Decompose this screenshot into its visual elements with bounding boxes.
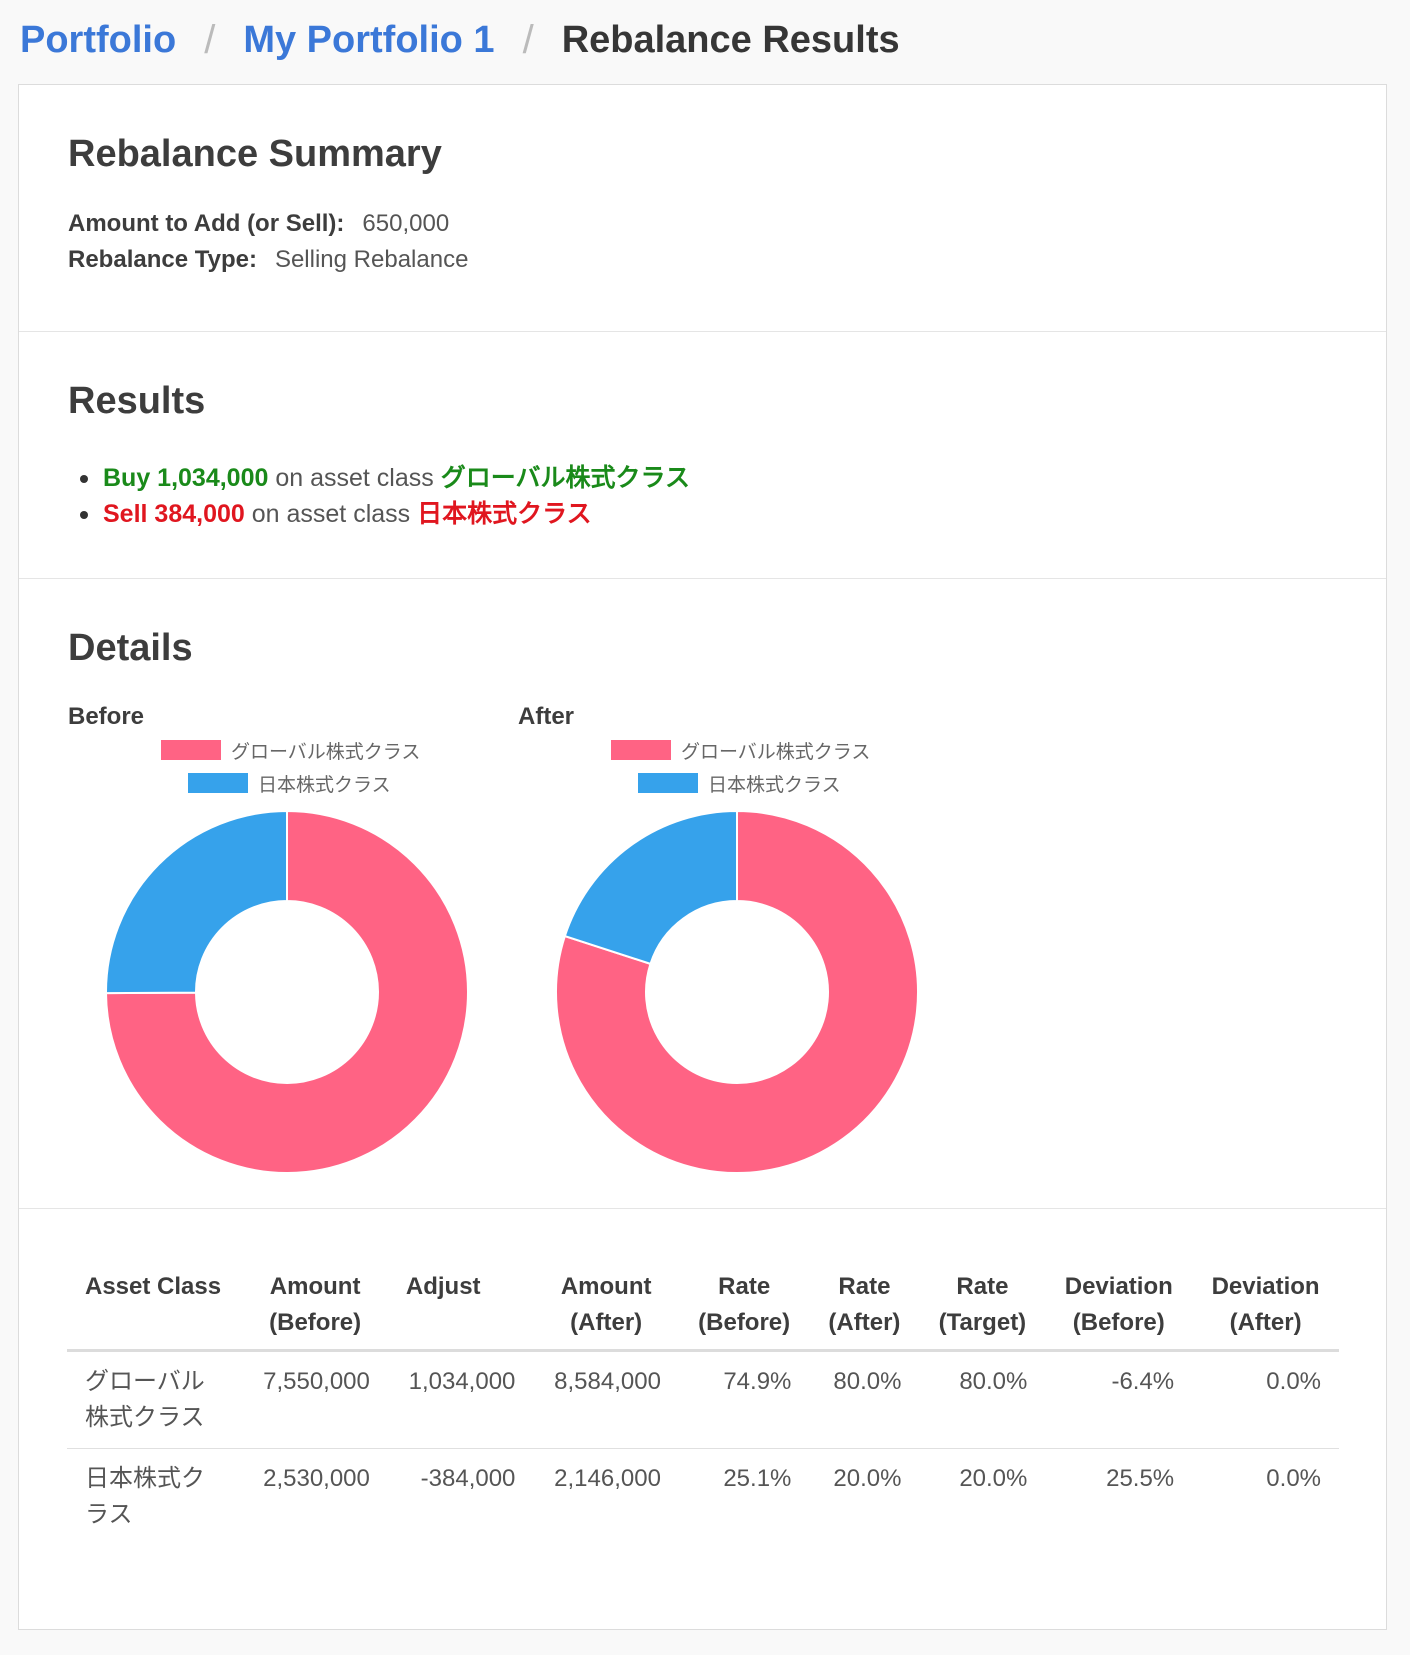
pie-slice-japan[interactable] <box>105 809 288 995</box>
legend-swatch <box>188 773 248 793</box>
list-item: Sell 384,000 on asset class 日本株式クラス <box>68 496 690 532</box>
breadcrumb: Portfolio / My Portfolio 1 / Rebalance R… <box>0 0 1410 84</box>
sell-amount: Sell 384,000 <box>103 500 245 528</box>
cell-deviation-after: 0.0% <box>1192 1350 1339 1449</box>
legend-label: 日本株式クラス <box>258 774 391 796</box>
type-row: Rebalance Type: Selling Rebalance <box>68 246 468 274</box>
header-deviation-before: Deviation (Before) <box>1045 1261 1193 1352</box>
list-item: Buy 1,034,000 on asset class グローバル株式クラス <box>68 460 690 496</box>
details-section: Details Before グローバル株式クラス 日本株式クラス After … <box>19 579 1386 1209</box>
before-legend-japan[interactable]: 日本株式クラス <box>188 772 391 796</box>
results-list: Buy 1,034,000 on asset class グローバル株式クラス … <box>68 460 690 532</box>
after-donut-chart <box>555 809 919 1174</box>
breadcrumb-my-portfolio-link[interactable]: My Portfolio 1 <box>243 19 494 62</box>
header-adjust: Adjust <box>387 1261 534 1352</box>
breadcrumb-portfolio-link[interactable]: Portfolio <box>20 19 176 62</box>
legend-label: グローバル株式クラス <box>681 741 871 763</box>
cell-deviation-after: 0.0% <box>1266 1465 1321 1492</box>
sell-asset: 日本株式クラス <box>417 500 592 528</box>
details-table: Asset Class Amount (Before) Adjust Amount… <box>67 1261 1339 1545</box>
table-section: Asset Class Amount (Before) Adjust Amount… <box>19 1209 1386 1629</box>
amount-value: 650,000 <box>362 210 450 237</box>
table-header-row: Asset Class Amount (Before) Adjust Amount… <box>67 1261 1339 1352</box>
cell-adjust: 1,034,000 <box>387 1350 534 1449</box>
amount-row: Amount to Add (or Sell): 650,000 <box>68 210 449 238</box>
header-rate-before: Rate (Before) <box>678 1261 810 1352</box>
header-rate-after: Rate (After) <box>809 1261 920 1352</box>
table-row: グローバル 株式クラス 7,550,000 1,034,000 8,584,000… <box>67 1350 1339 1449</box>
table-row: 日本株式ク ラス 2,530,000 -384,000 2,146,000 25.… <box>67 1449 1339 1546</box>
legend-label: グローバル株式クラス <box>231 741 421 763</box>
legend-swatch <box>161 740 221 760</box>
after-chart-label: After <box>518 703 575 730</box>
after-legend-global[interactable]: グローバル株式クラス <box>611 739 871 763</box>
legend-swatch <box>611 740 671 760</box>
legend-label: 日本株式クラス <box>708 774 841 796</box>
cell-rate-before: 25.1% <box>723 1465 792 1492</box>
details-title: Details <box>68 627 193 669</box>
cell-rate-after: 80.0% <box>809 1350 920 1449</box>
breadcrumb-separator: / <box>522 17 534 62</box>
result-middle-text: on asset class <box>251 500 411 528</box>
before-chart-label: Before <box>68 703 145 730</box>
cell-adjust: -384,000 <box>420 1465 516 1492</box>
before-donut-chart <box>104 809 469 1174</box>
cell-amount-before: 2,530,000 <box>263 1465 370 1492</box>
header-amount-after: Amount (After) <box>533 1261 679 1352</box>
summary-title: Rebalance Summary <box>68 133 442 175</box>
pie-slice-japan[interactable] <box>563 809 738 966</box>
results-title: Results <box>68 380 206 422</box>
summary-section: Rebalance Summary Amount to Add (or Sell… <box>19 85 1386 332</box>
cell-asset-class: 日本株式ク ラス <box>85 1465 205 1528</box>
cell-amount-after: 8,584,000 <box>533 1350 679 1449</box>
buy-asset: グローバル株式クラス <box>440 464 690 492</box>
header-asset-class: Asset Class <box>67 1261 243 1352</box>
header-rate-target: Rate (Target) <box>919 1261 1046 1352</box>
cell-rate-target: 20.0% <box>959 1465 1028 1492</box>
before-legend-global[interactable]: グローバル株式クラス <box>161 739 421 763</box>
type-value: Selling Rebalance <box>274 246 469 273</box>
header-amount-before: Amount (Before) <box>242 1261 388 1352</box>
cell-rate-before: 74.9% <box>678 1350 810 1449</box>
header-deviation-after: Deviation (After) <box>1192 1261 1339 1352</box>
legend-swatch <box>638 773 698 793</box>
results-section: Results Buy 1,034,000 on asset class グロー… <box>19 332 1386 579</box>
cell-rate-after: 20.0% <box>833 1465 902 1492</box>
cell-deviation-before: -6.4% <box>1045 1350 1193 1449</box>
type-label: Rebalance Type: <box>68 246 257 273</box>
cell-amount-before: 7,550,000 <box>242 1350 388 1449</box>
rebalance-card: Rebalance Summary Amount to Add (or Sell… <box>18 84 1387 1630</box>
breadcrumb-separator: / <box>204 17 216 62</box>
cell-deviation-before: 25.5% <box>1106 1465 1175 1492</box>
after-legend-japan[interactable]: 日本株式クラス <box>638 772 841 796</box>
cell-asset-class: グローバル 株式クラス <box>67 1350 243 1449</box>
result-middle-text: on asset class <box>275 464 434 492</box>
cell-rate-target: 80.0% <box>919 1350 1046 1449</box>
buy-amount: Buy 1,034,000 <box>103 464 269 492</box>
breadcrumb-current: Rebalance Results <box>561 18 900 61</box>
cell-amount-after: 2,146,000 <box>554 1465 661 1492</box>
amount-label: Amount to Add (or Sell): <box>68 210 345 237</box>
